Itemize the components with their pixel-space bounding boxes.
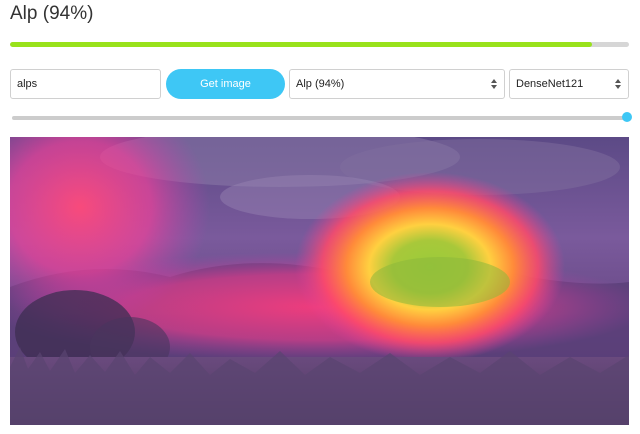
overlay-opacity-slider[interactable] (12, 112, 632, 124)
search-input[interactable] (10, 69, 161, 99)
get-image-button[interactable]: Get image (166, 69, 285, 99)
class-select-value: Alp (94%) (296, 78, 345, 90)
page: Alp (94%) Get image Alp (94%) DenseNet12… (0, 0, 640, 434)
confidence-progress-bar (10, 42, 629, 47)
updown-chevron-icon (491, 78, 498, 90)
heatmap-canvas (10, 137, 629, 425)
confidence-progress-fill (10, 42, 592, 47)
model-select-value: DenseNet121 (516, 78, 584, 90)
slider-thumb[interactable] (622, 112, 632, 122)
model-select[interactable]: DenseNet121 (509, 69, 629, 99)
controls-row: Get image Alp (94%) DenseNet121 (10, 69, 629, 99)
updown-chevron-icon (615, 78, 622, 90)
slider-track (12, 116, 627, 120)
saliency-heatmap-image (10, 137, 629, 425)
class-select[interactable]: Alp (94%) (289, 69, 505, 99)
page-title: Alp (94%) (10, 3, 94, 24)
